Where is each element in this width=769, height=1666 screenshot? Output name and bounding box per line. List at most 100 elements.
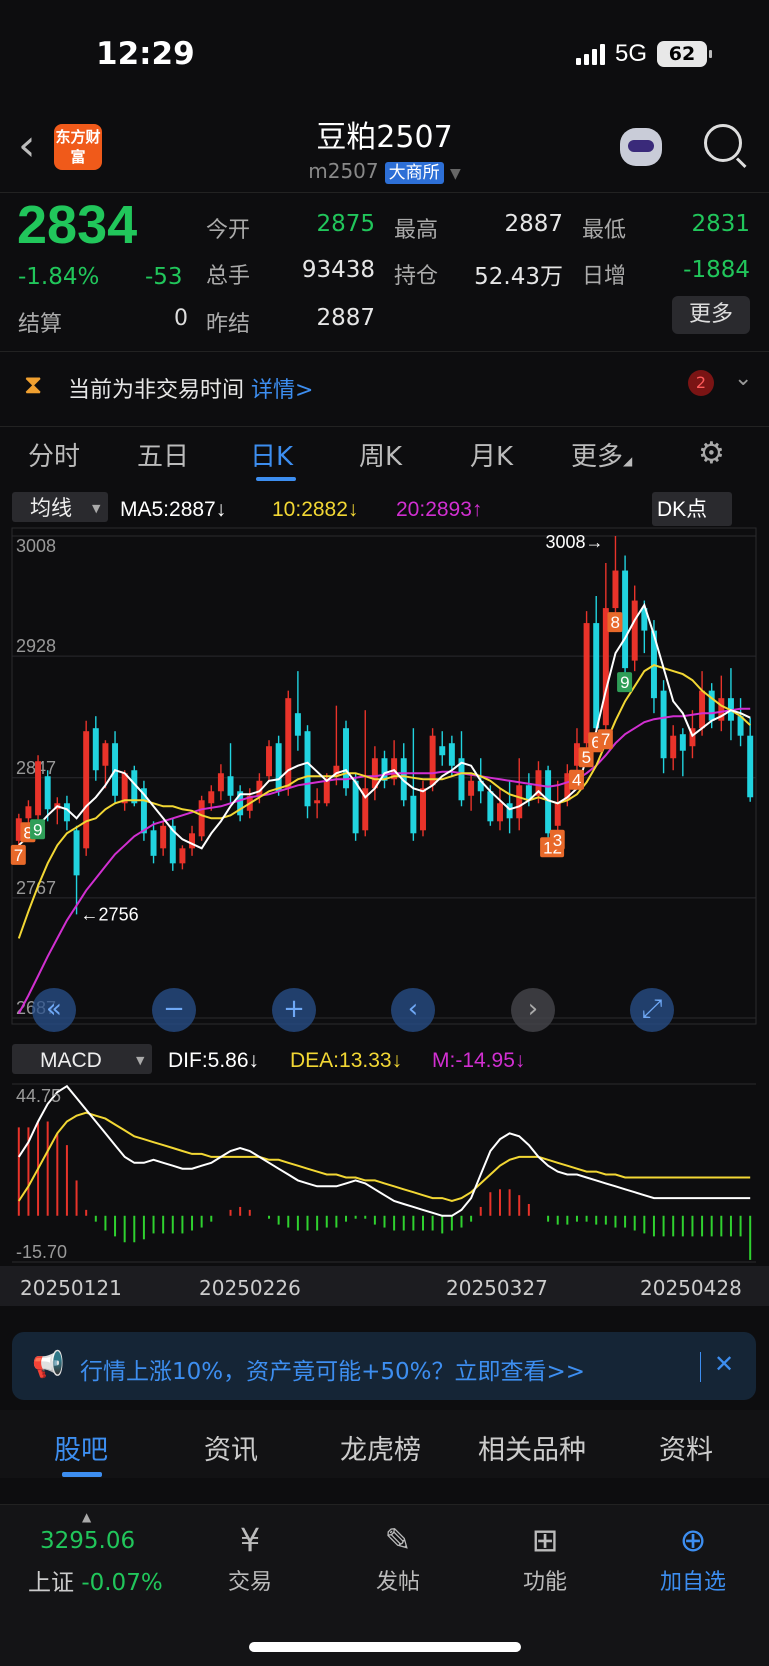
tab-more[interactable]: 更多◢ [571,436,632,473]
candle-body [73,830,80,876]
notice-badge[interactable]: 2 [688,370,714,396]
status-time: 12:29 [96,36,195,72]
ma5-label: MA5:2887↓ [120,498,226,521]
candle-body [35,761,42,816]
index-value[interactable]: 3295.06 [40,1528,135,1554]
candle-body [275,743,282,792]
signal-icon [575,43,605,65]
quote-label-prev-settle: 昨结 [206,312,251,337]
notice-detail-link[interactable]: 详情> [251,378,313,403]
candle-body [660,690,667,759]
nav-trade[interactable]: 交易 [200,1564,300,1596]
battery-icon: 62 [657,41,712,67]
candle-body [410,795,417,834]
last-price: 2834 [17,195,138,255]
candle-body [121,773,128,804]
candle-body [593,623,600,729]
candle-body [314,800,321,804]
quote-value-volume: 93438 [301,257,375,283]
candle-body [583,623,590,744]
date-tick: 20250226 [199,1276,301,1300]
scroll-left-double-icon[interactable]: « [32,988,76,1032]
candle-body [429,735,436,786]
quote-value-daily-change: -1884 [683,257,750,283]
candle-body [448,743,455,766]
date-tick: 20250327 [446,1276,548,1300]
caret-icon: ◢ [623,454,633,468]
tab-five-day[interactable]: 五日 [137,436,189,473]
candle-body [83,731,90,849]
candle-body [217,773,224,792]
nav-functions[interactable]: 功能 [495,1564,595,1596]
y-tick-label: 2767 [16,878,56,898]
tab-monthly-k[interactable]: 月K [470,436,513,473]
quote-label-low: 最低 [582,218,627,243]
candle-body [150,830,157,856]
hourglass-icon: ⧗ [24,370,43,400]
tab-profile[interactable]: 资料 [659,1428,713,1467]
td-sequence-label: 7 [601,730,610,749]
chevron-down-icon[interactable]: ⌄ [734,366,752,391]
kline-chart[interactable]: 均线 ▼ MA5:2887↓ 10:2882↓ 20:2893↑ DK点 300… [0,490,769,1266]
ma5-line [18,602,751,850]
index-row[interactable]: 上证 -0.07% [28,1563,163,1597]
candle-body [160,825,167,849]
quote-label-open: 今开 [206,218,251,243]
candle-body [612,570,619,609]
promo-text[interactable]: 行情上涨10%，资产竟可能+50%？立即查看>> [80,1352,585,1386]
td-sequence-label: 4 [572,771,581,790]
megaphone-icon: 📢 [32,1350,65,1380]
grid-icon[interactable]: ⊞ [525,1520,565,1560]
macd-tick-label: 44.75 [16,1086,61,1106]
more-quote-button[interactable]: 更多 [672,296,750,334]
candle-body [294,713,301,736]
m-label: M:-14.95↓ [432,1049,525,1072]
quote-label-daily-change: 日增 [582,264,627,289]
zoom-out-icon[interactable]: − [152,988,196,1032]
candle-body [92,728,99,771]
macd-select-label: MACD [40,1049,102,1072]
dif-line [17,1084,751,1217]
index-change: -0.07% [81,1570,163,1596]
candle-body [679,734,686,751]
td-sequence-label: 9 [620,673,629,692]
fullscreen-icon[interactable]: ⤢ [630,988,674,1032]
dropdown-caret-icon: ▼ [136,1054,145,1067]
candle-body [468,780,475,796]
search-icon[interactable] [704,124,742,162]
candle-body [554,803,561,826]
add-circle-icon[interactable]: ⊕ [673,1520,713,1560]
tab-intraday[interactable]: 分时 [28,436,80,473]
tab-weekly-k[interactable]: 周K [359,436,402,473]
network-type: 5G [614,40,647,67]
tab-related[interactable]: 相关品种 [478,1428,586,1467]
nav-post[interactable]: 发帖 [348,1564,448,1596]
candle-body [516,785,523,819]
tab-dragon-tiger[interactable]: 龙虎榜 [340,1428,421,1467]
candle-body [439,746,446,756]
tab-more-label: 更多 [571,442,624,472]
scroll-left-icon[interactable]: ‹ [391,988,435,1032]
trade-icon[interactable]: ¥ [230,1520,270,1560]
tab-forum[interactable]: 股吧 [54,1428,108,1467]
scroll-right-icon[interactable]: › [511,988,555,1032]
zoom-in-icon[interactable]: + [272,988,316,1032]
assistant-robot-icon[interactable] [620,128,662,166]
candle-body [496,803,503,822]
tab-news[interactable]: 资讯 [204,1428,258,1467]
candle-body [670,735,677,759]
candle-body [747,735,754,798]
gear-icon[interactable]: ⚙ [698,436,725,471]
candle-body [208,791,215,804]
date-tick: 20250428 [640,1276,742,1300]
date-tick: 20250121 [20,1276,122,1300]
home-indicator [249,1642,521,1652]
candle-body [323,780,330,804]
candle-body [506,803,513,819]
candle-body [708,690,715,721]
nav-add-watchlist[interactable]: 加自选 [643,1564,743,1596]
edit-icon[interactable]: ✎ [378,1520,418,1560]
candle-body [198,800,205,837]
close-icon[interactable]: ✕ [714,1350,734,1378]
tab-daily-k[interactable]: 日K [250,436,293,473]
